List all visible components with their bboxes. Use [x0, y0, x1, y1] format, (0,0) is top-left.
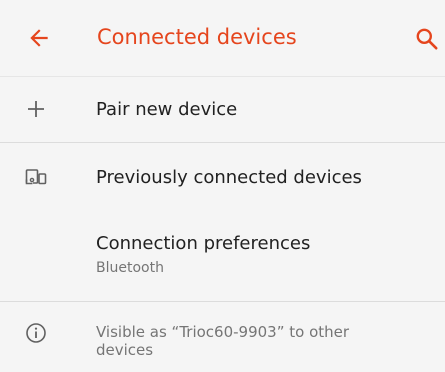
plus-icon — [28, 101, 44, 117]
page-title: Connected devices — [97, 25, 297, 49]
arrow-back-icon — [30, 29, 48, 47]
connection-preferences-sublabel: Bluetooth — [96, 260, 164, 276]
search-icon — [416, 28, 438, 50]
devices-icon — [25, 169, 47, 185]
previously-connected-devices-item[interactable]: Previously connected devices — [0, 143, 445, 211]
connection-preferences-item[interactable]: Connection preferences Bluetooth — [0, 211, 445, 301]
pair-new-device-item[interactable]: Pair new device — [0, 76, 445, 142]
info-icon — [26, 323, 46, 343]
connected-devices-screen: Connected devices Pair new device Previo… — [0, 0, 445, 372]
search-button[interactable] — [414, 26, 440, 52]
previously-connected-devices-label: Previously connected devices — [96, 167, 362, 188]
visibility-info-text: Visible as “Trioc60-9903” to other devic… — [96, 323, 350, 359]
back-button[interactable] — [26, 25, 52, 51]
pair-new-device-label: Pair new device — [96, 99, 238, 120]
divider — [0, 301, 445, 302]
connection-preferences-label: Connection preferences — [96, 233, 311, 254]
app-bar: Connected devices — [0, 0, 445, 76]
